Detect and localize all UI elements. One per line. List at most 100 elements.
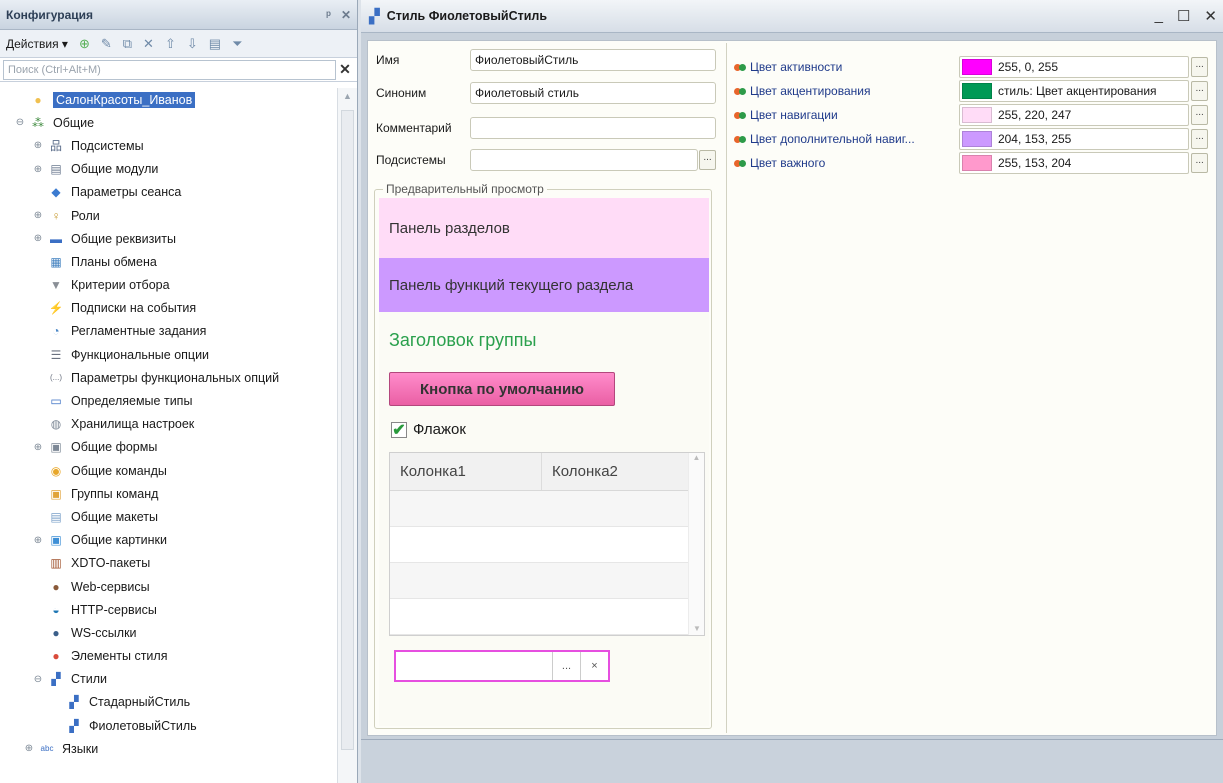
color-value-text: стиль: Цвет акцентирования: [997, 84, 1157, 98]
checkbox-check-icon[interactable]: ✔: [391, 421, 407, 439]
color-select-button[interactable]: ...: [1191, 129, 1208, 149]
color-value-field[interactable]: стиль: Цвет акцентирования: [958, 80, 1190, 102]
table-row[interactable]: [390, 563, 690, 599]
color-value-field[interactable]: 255, 0, 255: [958, 56, 1190, 78]
collapse-icon[interactable]: ⊖: [32, 674, 44, 685]
tree-item[interactable]: ⊖ ⁂ Общие: [0, 111, 338, 134]
list-icon[interactable]: ▤: [209, 37, 221, 50]
color-value-field[interactable]: 204, 153, 255: [958, 128, 1190, 150]
table-row[interactable]: [390, 599, 690, 635]
tree-item[interactable]: ⊕ ▬ Общие реквизиты: [0, 227, 338, 250]
subsystems-field[interactable]: [470, 149, 698, 171]
column1-header[interactable]: Колонка1: [390, 453, 542, 490]
synonym-field[interactable]: Фиолетовый стиль: [470, 82, 716, 104]
tree-item[interactable]: ● WS-ссылки: [0, 621, 338, 644]
search-clear-icon[interactable]: ✕: [336, 61, 354, 78]
input-select-button[interactable]: ...: [552, 652, 580, 680]
checkbox-preview[interactable]: ✔ Флажок: [391, 421, 466, 439]
delete-icon[interactable]: ✕: [143, 37, 154, 50]
expand-icon[interactable]: ⊕: [32, 233, 44, 244]
input-field-preview[interactable]: ... ×: [394, 650, 610, 682]
tree-item[interactable]: ▼ Критерии отбора: [0, 274, 338, 297]
expand-icon[interactable]: ⊕: [32, 210, 44, 221]
tree-item-label: Подсистемы: [71, 138, 144, 153]
tree-item[interactable]: ◆ Параметры сеанса: [0, 181, 338, 204]
tree-item[interactable]: ▣ Группы команд: [0, 482, 338, 505]
tree-item[interactable]: ▥ XDTO-пакеты: [0, 552, 338, 575]
comment-field[interactable]: [470, 117, 716, 139]
style-icon: ▞: [69, 695, 79, 710]
table-scroll-up-icon[interactable]: ▲: [689, 453, 704, 462]
color-select-button[interactable]: ...: [1191, 105, 1208, 125]
tree-item[interactable]: ◉ Общие команды: [0, 459, 338, 482]
edit-icon[interactable]: ✎: [101, 37, 112, 50]
add-icon[interactable]: ⊕: [79, 37, 90, 50]
tree-item[interactable]: ⊕ abc Языки: [0, 737, 338, 760]
name-field[interactable]: ФиолетовыйСтиль: [470, 49, 716, 71]
tree-item-label: Языки: [62, 741, 99, 756]
copy-icon[interactable]: ⧉: [123, 37, 132, 50]
tree-item[interactable]: ⊕ 品 Подсистемы: [0, 134, 338, 157]
tree-scrollbar[interactable]: ▲: [337, 88, 357, 783]
tree-item[interactable]: ▤ Общие макеты: [0, 505, 338, 528]
close-panel-icon[interactable]: ✕: [341, 8, 351, 22]
table-preview[interactable]: Колонка1 Колонка2 ▲ ▼: [389, 452, 705, 636]
tree-item-label: СалонКрасоты_Иванов: [53, 91, 196, 108]
tree-item[interactable]: ◍ Хранилища настроек: [0, 413, 338, 436]
color-select-button[interactable]: ...: [1191, 153, 1208, 173]
search-input[interactable]: [3, 59, 336, 80]
tree-item[interactable]: (...) Параметры функциональных опций: [0, 366, 338, 389]
tree-item-label: Общие: [53, 115, 95, 130]
tree-item-label: Общие макеты: [71, 509, 158, 524]
table-row[interactable]: [390, 491, 690, 527]
tree-item[interactable]: ◔ Регламентные задания: [0, 320, 338, 343]
tree-item[interactable]: ◒ HTTP-сервисы: [0, 598, 338, 621]
tree-item[interactable]: ☰ Функциональные опции: [0, 343, 338, 366]
scroll-thumb[interactable]: [341, 110, 354, 750]
tree-item[interactable]: ▞ СтадарныйСтиль: [0, 691, 338, 714]
tree-item[interactable]: ⊕ ▤ Общие модули: [0, 158, 338, 181]
close-button[interactable]: ✕: [1204, 7, 1217, 25]
sections-panel-preview: Панель разделов: [379, 198, 709, 258]
tree-item[interactable]: ⊕ ♀ Роли: [0, 204, 338, 227]
move-up-icon[interactable]: ⇧: [165, 37, 176, 50]
maximize-button[interactable]: ☐: [1177, 7, 1190, 25]
input-field-text[interactable]: [396, 652, 552, 680]
collapse-icon[interactable]: ⊖: [14, 117, 26, 128]
table-scrollbar[interactable]: ▲ ▼: [688, 453, 704, 635]
input-clear-button[interactable]: ×: [580, 652, 608, 680]
tree-item[interactable]: ● Элементы стиля: [0, 645, 338, 668]
tree-item[interactable]: ⊖ ▞ Стили: [0, 668, 338, 691]
move-down-icon[interactable]: ⇩: [187, 37, 198, 50]
expand-icon[interactable]: ⊕: [32, 442, 44, 453]
common-pictures-icon: ▣: [50, 533, 62, 548]
filter-icon[interactable]: ⏷: [232, 37, 242, 50]
expand-icon[interactable]: ⊕: [23, 743, 35, 754]
color-select-button[interactable]: ...: [1191, 81, 1208, 101]
xdto-packages-icon: ▥: [50, 556, 62, 571]
pin-icon[interactable]: ᵖ: [326, 8, 331, 22]
tree-item[interactable]: ⚡ Подписки на события: [0, 297, 338, 320]
color-select-button[interactable]: ...: [1191, 57, 1208, 77]
actions-menu[interactable]: Действия ▾: [6, 37, 68, 51]
tree-item[interactable]: ● Web-сервисы: [0, 575, 338, 598]
column2-header[interactable]: Колонка2: [542, 453, 694, 490]
expand-icon[interactable]: ⊕: [32, 535, 44, 546]
expand-icon[interactable]: ⊕: [32, 164, 44, 175]
tree-item[interactable]: ⊕ ▣ Общие формы: [0, 436, 338, 459]
default-button-preview[interactable]: Кнопка по умолчанию: [389, 372, 615, 406]
minimize-button[interactable]: _: [1155, 7, 1163, 25]
tree-item[interactable]: ⊕ ▣ Общие картинки: [0, 529, 338, 552]
tree-item[interactable]: ▦ Планы обмена: [0, 250, 338, 273]
table-row[interactable]: [390, 527, 690, 563]
color-value-field[interactable]: 255, 220, 247: [958, 104, 1190, 126]
expand-icon[interactable]: ⊕: [32, 140, 44, 151]
tree-item[interactable]: ▭ Определяемые типы: [0, 389, 338, 412]
tree-item[interactable]: ▞ ФиолетовыйСтиль: [0, 714, 338, 737]
subsystems-select-button[interactable]: ...: [699, 150, 716, 170]
color-value-field[interactable]: 255, 153, 204: [958, 152, 1190, 174]
tree-item[interactable]: ● СалонКрасоты_Иванов: [0, 88, 338, 111]
window-footer: [361, 739, 1223, 783]
scroll-up-icon[interactable]: ▲: [338, 88, 357, 106]
table-scroll-down-icon[interactable]: ▼: [689, 624, 705, 633]
